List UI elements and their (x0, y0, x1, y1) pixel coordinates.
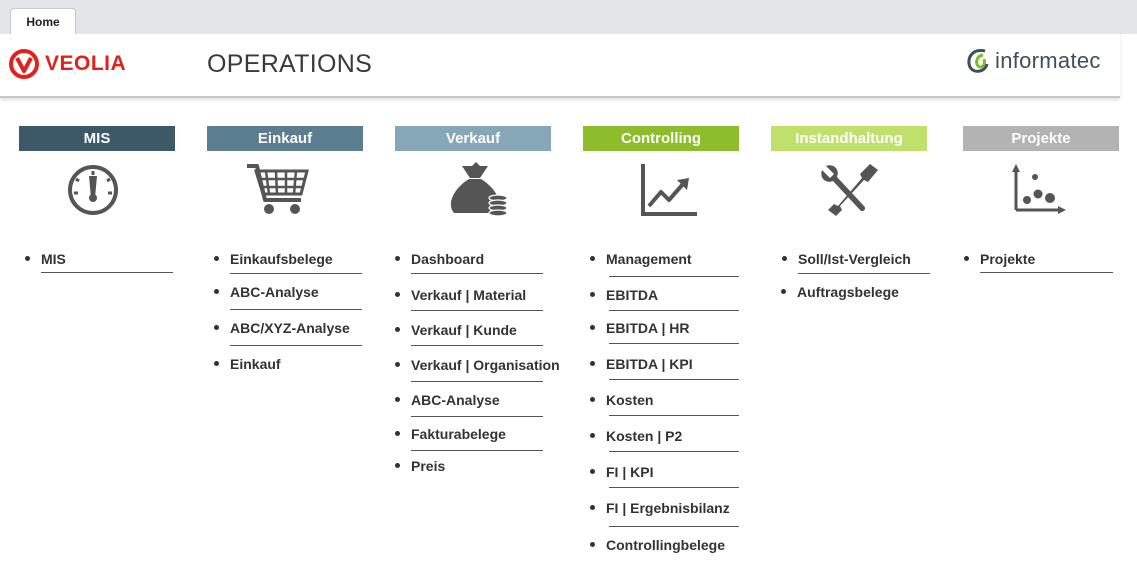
divider (411, 381, 543, 382)
divider (411, 273, 543, 274)
bullet-icon (214, 361, 219, 366)
category-header-projekte[interactable]: Projekte (963, 126, 1119, 151)
bullet-icon (395, 431, 400, 436)
veolia-logo-icon (9, 49, 39, 79)
bullet-icon (214, 289, 219, 294)
bullet-icon (781, 289, 786, 294)
bullet-icon (590, 433, 595, 438)
bullet-icon (590, 256, 595, 261)
bullet-icon (214, 325, 219, 330)
divider (411, 310, 543, 311)
bullet-icon (782, 256, 787, 261)
bullet-icon (395, 256, 400, 261)
gauge-icon[interactable] (60, 160, 128, 220)
scatter-chart-icon[interactable] (1008, 160, 1076, 220)
app-header: VEOLIA OPERATIONS informatec (0, 34, 1120, 98)
divider (980, 272, 1113, 273)
tab-bar: Home (0, 0, 1137, 36)
divider (609, 343, 739, 344)
money-bag-icon[interactable] (442, 160, 510, 220)
bullet-icon (590, 469, 595, 474)
bullet-icon (590, 505, 595, 510)
category-header-controlling[interactable]: Controlling (583, 126, 739, 151)
divider (609, 415, 739, 416)
bullet-icon (590, 325, 595, 330)
divider (411, 345, 543, 346)
page-title: OPERATIONS (207, 50, 373, 78)
bullet-icon (590, 292, 595, 297)
tab-home[interactable]: Home (10, 8, 76, 36)
divider (41, 272, 173, 273)
bullet-icon (214, 256, 219, 261)
category-header-verkauf[interactable]: Verkauf (395, 126, 551, 151)
bullet-icon (395, 292, 400, 297)
bullet-icon (590, 397, 595, 402)
bullet-icon (395, 327, 400, 332)
bullet-icon (590, 542, 595, 547)
divider (230, 345, 362, 346)
divider (230, 273, 362, 274)
divider (798, 273, 930, 274)
divider (230, 309, 362, 310)
divider (609, 451, 739, 452)
bullet-icon (395, 397, 400, 402)
informatec-logo[interactable]: informatec (963, 46, 1101, 76)
category-header-instandhaltung[interactable]: Instandhaltung (771, 126, 927, 151)
divider (609, 526, 739, 527)
shopping-cart-icon[interactable] (243, 160, 311, 220)
veolia-logo[interactable]: VEOLIA (9, 48, 126, 80)
category-header-einkauf[interactable]: Einkauf (207, 126, 363, 151)
informatec-logo-icon (967, 48, 989, 73)
category-header-mis[interactable]: MIS (19, 126, 175, 151)
bullet-icon (590, 361, 595, 366)
divider (609, 310, 739, 311)
line-chart-icon[interactable] (637, 160, 705, 220)
veolia-logo-text: VEOLIA (45, 52, 127, 75)
divider (609, 276, 739, 277)
bullet-icon (395, 362, 400, 367)
bullet-icon (395, 463, 400, 468)
divider (411, 450, 543, 451)
bullet-icon (964, 256, 969, 261)
divider (609, 379, 739, 380)
bullet-icon (25, 256, 30, 261)
divider (411, 416, 543, 417)
informatec-logo-text: informatec (995, 48, 1101, 73)
divider (609, 487, 739, 488)
wrench-screwdriver-icon[interactable] (816, 160, 884, 220)
